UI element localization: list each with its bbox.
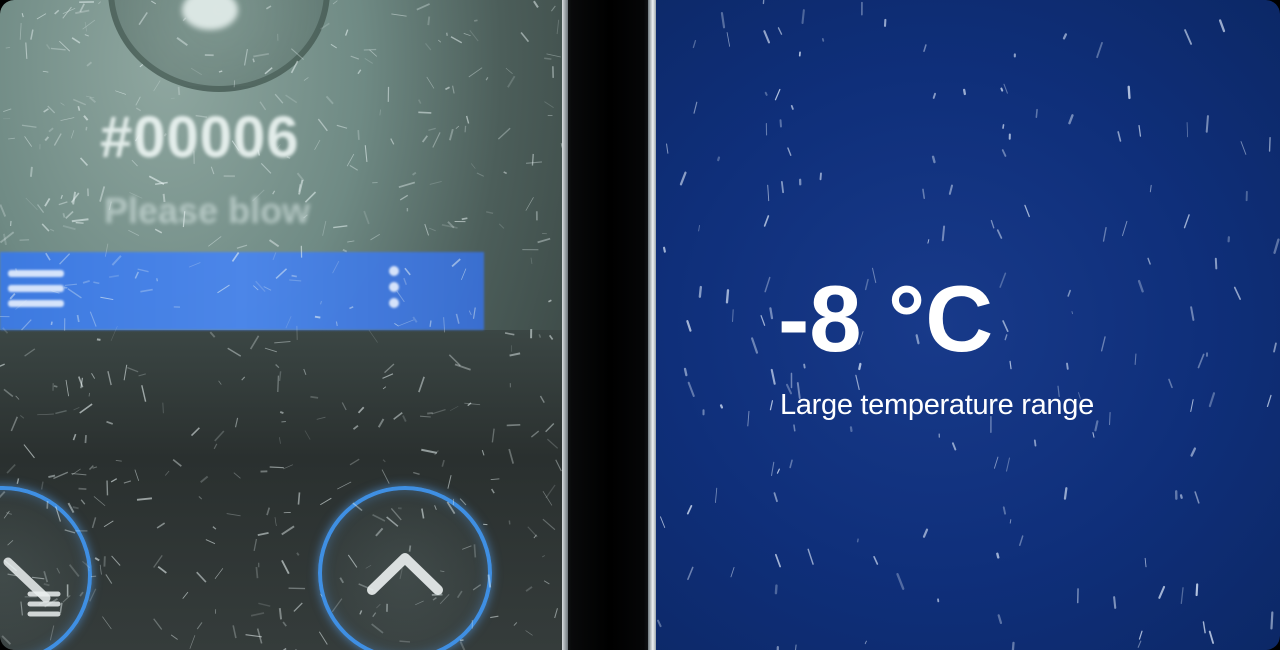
scroll-up-button[interactable] xyxy=(318,486,492,650)
device-bezel-gap xyxy=(562,0,658,650)
ticket-number: #00006 xyxy=(100,105,300,170)
promo-frame: #00006 Please blow -8 °C Large temperatu… xyxy=(0,0,1280,650)
chevron-up-icon xyxy=(367,553,443,595)
edit-list-button[interactable] xyxy=(0,486,92,650)
temperature-caption: Large temperature range xyxy=(780,389,1094,421)
kebab-menu-icon[interactable] xyxy=(386,266,402,316)
menu-icon[interactable] xyxy=(8,270,64,314)
temperature-info-panel: -8 °C Large temperature range xyxy=(656,0,1280,650)
edit-list-icon xyxy=(3,557,61,617)
temperature-value: -8 °C xyxy=(778,266,994,371)
bezel-edge-left xyxy=(562,0,568,650)
bezel-edge-right xyxy=(648,0,656,650)
action-bar xyxy=(0,252,484,330)
frosted-device-screen: #00006 Please blow xyxy=(0,0,562,650)
instruction-text: Please blow xyxy=(104,190,311,231)
